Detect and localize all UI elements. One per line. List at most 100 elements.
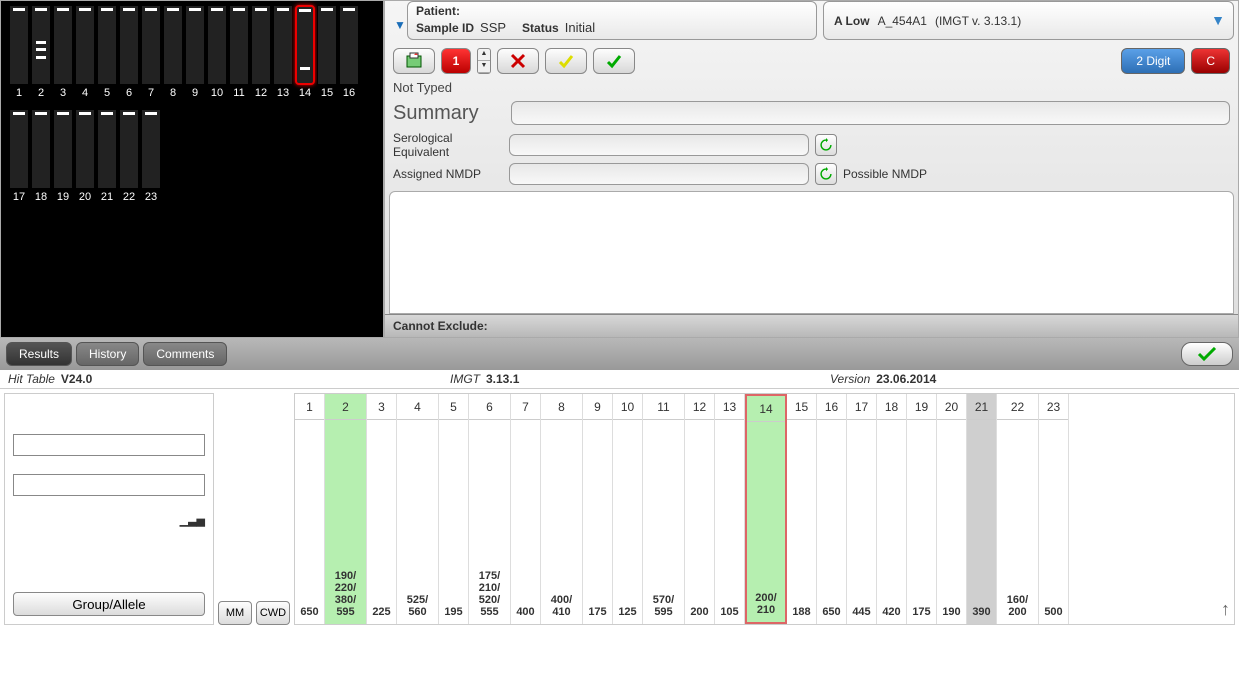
lane-col-header: 19 (907, 394, 936, 420)
lane-col-5[interactable]: 5195 (439, 394, 469, 624)
lane-col-21[interactable]: 21390 (967, 394, 997, 624)
lane-col-7[interactable]: 7400 (511, 394, 541, 624)
lane-col-13[interactable]: 13 105 (715, 394, 745, 624)
lane-col-22[interactable]: 22160/ 200 (997, 394, 1039, 624)
lane-spinner[interactable]: ▲▼ (477, 48, 491, 74)
lane-number: 1 (9, 87, 29, 99)
gel-lane-2[interactable] (31, 5, 51, 85)
lane-col-header: 7 (511, 394, 540, 420)
lane-col-17[interactable]: 17445 (847, 394, 877, 624)
lane-col-11[interactable]: 11570/ 595 (643, 394, 685, 624)
lane-number: 14 (295, 87, 315, 99)
import-button[interactable] (393, 48, 435, 74)
sampleid-label: Sample ID (416, 21, 474, 35)
gel-lane-13[interactable] (273, 5, 293, 85)
lane-col-header: 4 (397, 394, 438, 420)
expand-arrow-icon[interactable]: ▼ (394, 18, 406, 32)
gel-lane-10[interactable] (207, 5, 227, 85)
cwd-button[interactable]: CWD (256, 601, 290, 625)
tabs-bar: Results History Comments (0, 338, 1239, 370)
lane-col-10[interactable]: 10125 (613, 394, 643, 624)
lane-col-15[interactable]: 15188 (787, 394, 817, 624)
gel-lane-16[interactable] (339, 5, 359, 85)
lane-col-header: 15 (787, 394, 816, 420)
dropdown-arrow-icon: ▼ (1211, 12, 1225, 28)
group-allele-button[interactable]: Group/Allele (13, 592, 205, 616)
lane-col-12[interactable]: 12200 (685, 394, 715, 624)
imgt-label: IMGT (450, 372, 480, 386)
lane-col-16[interactable]: 16650 (817, 394, 847, 624)
lane-col-23[interactable]: 23500 (1039, 394, 1069, 624)
serological-refresh-button[interactable] (815, 134, 837, 156)
gel-lane-12[interactable] (251, 5, 271, 85)
serological-field[interactable] (509, 134, 809, 156)
lane-number: 5 (97, 87, 117, 99)
two-digit-button[interactable]: 2 Digit (1121, 48, 1185, 74)
possible-nmdp-label: Possible NMDP (843, 167, 927, 181)
gel-lane-18[interactable] (31, 109, 51, 189)
lane-number: 10 (207, 87, 227, 99)
lane-col-14[interactable]: 14200/ 210 (745, 394, 787, 624)
gel-lane-1[interactable] (9, 5, 29, 85)
gel-lane-21[interactable] (97, 109, 117, 189)
lane-col-header: 6 (469, 394, 510, 420)
lane-col-header: 9 (583, 394, 612, 420)
chart-icon[interactable]: ▁▃▅ (180, 514, 205, 527)
reject-button[interactable] (497, 48, 539, 74)
lane-col-18[interactable]: 18420 (877, 394, 907, 624)
gel-lane-5[interactable] (97, 5, 117, 85)
lane-col-9[interactable]: 9175 (583, 394, 613, 624)
lane-col-value: 160/ 200 (1007, 594, 1028, 618)
lane-col-2[interactable]: 2190/ 220/ 380/ 595 (325, 394, 367, 624)
lane-col-8[interactable]: 8 400/ 410 (541, 394, 583, 624)
lane-number-display: 1 (441, 48, 471, 74)
gel-lane-3[interactable] (53, 5, 73, 85)
confirm-button[interactable] (1181, 342, 1233, 366)
result-area (389, 191, 1234, 314)
tab-history[interactable]: History (76, 342, 139, 366)
tab-comments[interactable]: Comments (143, 342, 227, 366)
assigned-nmdp-field[interactable] (509, 163, 809, 185)
gel-lane-22[interactable] (119, 109, 139, 189)
summary-field[interactable] (511, 101, 1230, 125)
lane-number: 4 (75, 87, 95, 99)
lane-col-4[interactable]: 4525/ 560 (397, 394, 439, 624)
gel-lane-19[interactable] (53, 109, 73, 189)
lane-col-1[interactable]: 1650 (295, 394, 325, 624)
lane-col-6[interactable]: 6175/ 210/ 520/ 555 (469, 394, 511, 624)
gel-lane-23[interactable] (141, 109, 161, 189)
gel-lane-17[interactable] (9, 109, 29, 189)
lane-col-19[interactable]: 19175 (907, 394, 937, 624)
gel-lane-7[interactable] (141, 5, 161, 85)
patient-label: Patient: (416, 4, 460, 18)
summary-label: Summary (393, 102, 503, 125)
gel-lane-4[interactable] (75, 5, 95, 85)
locus-dropdown[interactable]: A Low A_454A1 (IMGT v. 3.13.1) ▼ (823, 1, 1234, 40)
lane-col-3[interactable]: 3225 (367, 394, 397, 624)
lane-col-value: 400/ 410 (551, 594, 572, 618)
gel-lane-8[interactable] (163, 5, 183, 85)
lane-number: 12 (251, 87, 271, 99)
maybe-button[interactable] (545, 48, 587, 74)
gel-lane-14[interactable] (295, 5, 315, 85)
lane-col-value: 105 (720, 606, 738, 618)
filter-input-2[interactable] (13, 474, 205, 496)
gel-lane-15[interactable] (317, 5, 337, 85)
gel-lane-6[interactable] (119, 5, 139, 85)
tab-results[interactable]: Results (6, 342, 72, 366)
lane-col-20[interactable]: 20190 (937, 394, 967, 624)
lane-col-header: 13 (715, 394, 744, 420)
lane-col-header: 3 (367, 394, 396, 420)
gel-lane-9[interactable] (185, 5, 205, 85)
filter-panel: ▁▃▅ Group/Allele (4, 393, 214, 625)
lane-col-header: 8 (541, 394, 582, 420)
assigned-refresh-button[interactable] (815, 163, 837, 185)
scroll-up-icon[interactable]: ↑ (1221, 599, 1230, 620)
filter-input-1[interactable] (13, 434, 205, 456)
accept-button[interactable] (593, 48, 635, 74)
c-button[interactable]: C (1191, 48, 1230, 74)
mm-button[interactable]: MM (218, 601, 252, 625)
lane-number: 18 (31, 191, 51, 203)
gel-lane-11[interactable] (229, 5, 249, 85)
gel-lane-20[interactable] (75, 109, 95, 189)
